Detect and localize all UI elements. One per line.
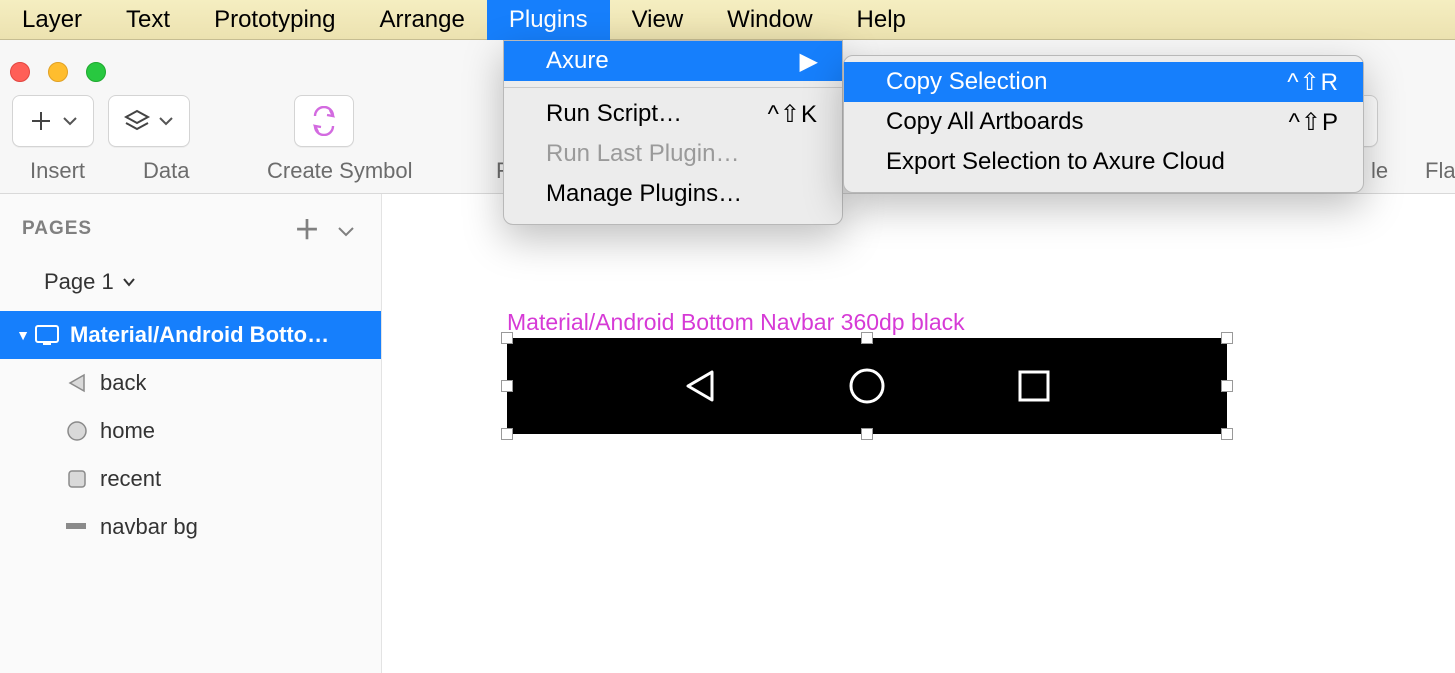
canvas-artboard-label[interactable]: Material/Android Bottom Navbar 360dp bla… bbox=[507, 309, 965, 336]
zoom-window-button[interactable] bbox=[86, 62, 106, 82]
rotate-sync-icon bbox=[309, 106, 339, 136]
current-page-row[interactable]: Page 1 bbox=[0, 259, 381, 311]
plugins-dropdown: Axure ▶ Run Script… ^⇧K Run Last Plugin…… bbox=[503, 40, 843, 225]
data-label: Data bbox=[143, 158, 189, 184]
axure-copy-all-artboards[interactable]: Copy All Artboards ^⇧P bbox=[844, 102, 1363, 142]
android-navbar-artboard[interactable] bbox=[507, 338, 1227, 434]
layer-row-home[interactable]: home bbox=[0, 407, 381, 455]
axure-export-cloud[interactable]: Export Selection to Axure Cloud bbox=[844, 142, 1363, 182]
close-window-button[interactable] bbox=[10, 62, 30, 82]
disclosure-triangle-icon[interactable]: ▼ bbox=[14, 327, 32, 343]
selection-handle[interactable] bbox=[501, 332, 513, 344]
window-traffic-lights bbox=[10, 62, 106, 82]
plugins-menu-manage[interactable]: Manage Plugins… bbox=[504, 174, 842, 214]
menu-shortcut: ^⇧R bbox=[1287, 68, 1339, 97]
menu-view[interactable]: View bbox=[610, 0, 706, 40]
selection-handle[interactable] bbox=[501, 380, 513, 392]
android-recent-icon bbox=[1016, 368, 1052, 404]
chevron-down-icon bbox=[122, 274, 136, 290]
workspace: PAGES ＋ Page 1 ▼ Material/Android Botto… bbox=[0, 194, 1455, 673]
toolbar-cut-le: le bbox=[1371, 158, 1388, 184]
create-symbol-button[interactable] bbox=[294, 95, 354, 147]
add-page-icon[interactable]: ＋ bbox=[286, 210, 329, 247]
menu-help[interactable]: Help bbox=[835, 0, 928, 40]
current-page-label: Page 1 bbox=[44, 269, 114, 295]
menu-item-label: Copy All Artboards bbox=[886, 108, 1083, 136]
minimize-window-button[interactable] bbox=[48, 62, 68, 82]
layer-label: home bbox=[100, 418, 155, 444]
android-back-icon bbox=[682, 368, 718, 404]
rect-shape-icon bbox=[62, 512, 92, 542]
menu-arrange[interactable]: Arrange bbox=[357, 0, 486, 40]
submenu-arrow-icon: ▶ bbox=[800, 47, 818, 76]
menu-shortcut: ^⇧K bbox=[768, 100, 818, 129]
menu-text[interactable]: Text bbox=[104, 0, 192, 40]
plugins-menu-run-script[interactable]: Run Script… ^⇧K bbox=[504, 94, 842, 134]
navbar-icons bbox=[507, 338, 1227, 434]
axure-submenu: Copy Selection ^⇧R Copy All Artboards ^⇧… bbox=[843, 55, 1364, 193]
toolbar-cut-flat: Flat bbox=[1425, 158, 1455, 184]
layer-label: back bbox=[100, 370, 146, 396]
left-panel: PAGES ＋ Page 1 ▼ Material/Android Botto… bbox=[0, 194, 382, 673]
menu-item-label: Export Selection to Axure Cloud bbox=[886, 148, 1225, 176]
menu-layer[interactable]: Layer bbox=[0, 0, 104, 40]
plus-icon bbox=[28, 108, 78, 134]
layer-label: navbar bg bbox=[100, 514, 198, 540]
layer-row-recent[interactable]: recent bbox=[0, 455, 381, 503]
mac-menubar: Layer Text Prototyping Arrange Plugins V… bbox=[0, 0, 1455, 40]
menu-window[interactable]: Window bbox=[705, 0, 834, 40]
pages-title: PAGES bbox=[22, 218, 92, 240]
selection-handle[interactable] bbox=[861, 332, 873, 344]
artboard-icon bbox=[32, 320, 62, 350]
menu-plugins[interactable]: Plugins bbox=[487, 0, 610, 40]
menu-prototyping[interactable]: Prototyping bbox=[192, 0, 357, 40]
triangle-shape-icon bbox=[62, 368, 92, 398]
insert-button[interactable] bbox=[12, 95, 94, 147]
plugins-menu-run-last: Run Last Plugin… bbox=[504, 134, 842, 174]
selection-handle[interactable] bbox=[1221, 332, 1233, 344]
plugins-menu-axure[interactable]: Axure ▶ bbox=[504, 41, 842, 81]
menu-item-label: Run Last Plugin… bbox=[546, 140, 739, 168]
axure-copy-selection[interactable]: Copy Selection ^⇧R bbox=[844, 62, 1363, 102]
selection-handle[interactable] bbox=[1221, 428, 1233, 440]
layers-icon bbox=[124, 108, 174, 134]
menu-shortcut: ^⇧P bbox=[1289, 108, 1339, 137]
pages-header: PAGES ＋ bbox=[0, 194, 381, 259]
menu-item-label: Manage Plugins… bbox=[546, 180, 742, 208]
square-shape-icon bbox=[62, 464, 92, 494]
selection-handle[interactable] bbox=[1221, 380, 1233, 392]
layer-label: recent bbox=[100, 466, 161, 492]
circle-shape-icon bbox=[62, 416, 92, 446]
selection-handle[interactable] bbox=[861, 428, 873, 440]
layer-row-back[interactable]: back bbox=[0, 359, 381, 407]
android-home-icon bbox=[847, 366, 887, 406]
data-button[interactable] bbox=[108, 95, 190, 147]
menu-item-label: Copy Selection bbox=[886, 68, 1047, 96]
insert-label: Insert bbox=[30, 158, 85, 184]
artboard-name: Material/Android Botto… bbox=[70, 322, 329, 348]
selection-handle[interactable] bbox=[501, 428, 513, 440]
artboard-row[interactable]: ▼ Material/Android Botto… bbox=[0, 311, 381, 359]
menu-item-label: Axure bbox=[546, 47, 609, 75]
menu-separator bbox=[504, 87, 842, 88]
canvas[interactable]: Material/Android Bottom Navbar 360dp bla… bbox=[382, 194, 1455, 673]
layer-row-navbar-bg[interactable]: navbar bg bbox=[0, 503, 381, 551]
create-symbol-label: Create Symbol bbox=[267, 158, 413, 184]
pages-chevron-icon[interactable] bbox=[329, 213, 363, 244]
menu-item-label: Run Script… bbox=[546, 100, 682, 128]
